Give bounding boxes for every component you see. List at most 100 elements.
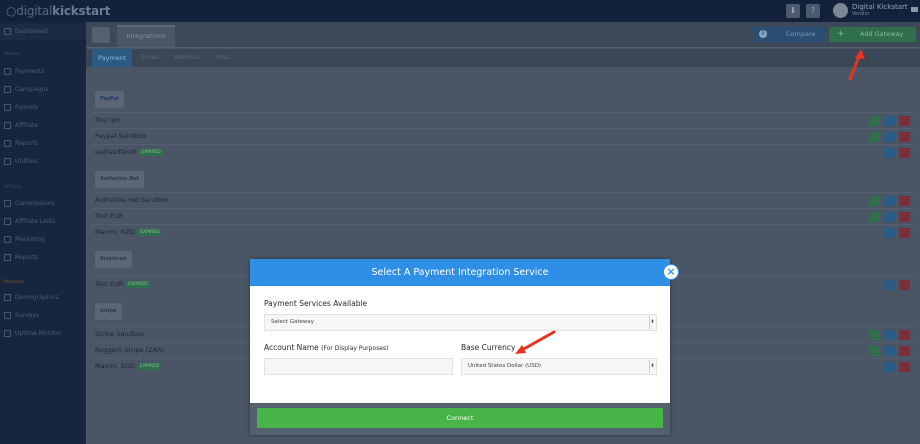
arrow-to-currency	[520, 330, 556, 352]
select-arrow-icon: ⬍	[649, 316, 655, 329]
braintree-logo: Braintree	[95, 251, 132, 268]
bar-chart-icon	[4, 294, 11, 301]
user-name: Digital Kickstart	[852, 3, 908, 11]
top-bar: ○digitalkickstart ⬇ ? Digital Kickstart …	[0, 0, 920, 22]
modal-title: Select A Payment Integration Service	[250, 259, 670, 286]
sidebar-section-vendor: Vendor	[4, 52, 20, 57]
edit-icon[interactable]	[884, 330, 895, 340]
compare-button[interactable]: i Compare	[754, 27, 825, 42]
delete-icon[interactable]	[899, 228, 910, 238]
sidebar-item-utilities[interactable]: Utilities	[0, 154, 86, 170]
sidebar-item-surveys[interactable]: Surveys	[0, 308, 86, 324]
edit-icon[interactable]	[884, 362, 895, 372]
subtab-webinar[interactable]: Webinar	[174, 53, 201, 61]
table-row: asdfasdfasdf EXPIRED	[92, 144, 914, 160]
edit-icon[interactable]	[884, 148, 895, 158]
edit-icon[interactable]	[884, 228, 895, 238]
gateway-group-authorize-net: Authorize.Net	[92, 168, 914, 192]
account-name-input[interactable]	[264, 358, 453, 375]
star-icon[interactable]	[869, 212, 880, 222]
bar-chart-icon	[4, 254, 11, 261]
bar-chart-icon	[4, 140, 11, 147]
status-badge: EXPIRED	[138, 228, 162, 236]
megaphone-icon	[4, 236, 11, 243]
gateway-select[interactable]: Select Gateway ⬍	[264, 314, 657, 331]
delete-icon[interactable]	[899, 132, 910, 142]
sidebar-section-premium: Premium	[4, 280, 25, 285]
delete-icon[interactable]	[899, 280, 910, 290]
mail-icon[interactable]	[911, 7, 918, 12]
monitor-icon	[4, 330, 11, 337]
user-role: Vendor	[852, 11, 870, 17]
star-icon[interactable]	[869, 132, 880, 142]
star-icon[interactable]	[869, 196, 880, 206]
add-gateway-button[interactable]: + Add Gateway	[829, 27, 916, 42]
subtab-bar: Payment Email Webinar Misc	[86, 49, 920, 67]
app-logo[interactable]: ○digitalkickstart	[6, 4, 110, 18]
delete-icon[interactable]	[899, 116, 910, 126]
edit-icon[interactable]	[884, 280, 895, 290]
subtab-misc[interactable]: Misc	[216, 53, 230, 61]
annotation-arrow-currency	[515, 330, 556, 354]
sidebar-item-payments[interactable]: Payments	[0, 64, 86, 80]
table-row: Maxim. NZD EXPIRED	[92, 224, 914, 240]
stripe-logo: stripe	[95, 303, 122, 320]
subtab-email[interactable]: Email	[141, 53, 159, 61]
sidebar-section-affiliate: Affiliate	[4, 185, 22, 190]
help-icon[interactable]: ?	[806, 4, 820, 18]
sidebar-item-campaigns[interactable]: Campaigns	[0, 82, 86, 98]
sidebar-item-uptime-monitor[interactable]: Uptime Monitor	[0, 326, 86, 342]
sidebar-item-affiliate-links[interactable]: Affiliate Links	[0, 214, 86, 230]
link-icon	[4, 218, 11, 225]
currency-select[interactable]: United States Dollar (USD) ⬍	[461, 358, 657, 375]
table-row: Paypal Sandbox	[92, 128, 914, 144]
sidebar-item-marketing[interactable]: Marketing	[0, 232, 86, 248]
table-row: Test ipn	[92, 112, 914, 128]
status-badge: EXPIRED	[126, 280, 150, 288]
info-icon: i	[759, 30, 767, 38]
subtab-payment[interactable]: Payment	[92, 49, 133, 67]
delete-icon[interactable]	[899, 346, 910, 356]
tab-bar: Integrations i Compare + Add Gateway	[86, 22, 920, 48]
edit-icon[interactable]	[884, 212, 895, 222]
authorize-net-logo: Authorize.Net	[95, 171, 145, 188]
table-row: Authorize.net Sandbox	[92, 192, 914, 208]
modal-footer: Connect	[250, 403, 670, 435]
download-icon[interactable]: ⬇	[786, 4, 800, 18]
edit-icon[interactable]	[884, 196, 895, 206]
sidebar-item-demographics[interactable]: Demographics	[0, 290, 86, 306]
avatar[interactable]	[833, 3, 848, 18]
delete-icon[interactable]	[899, 330, 910, 340]
payment-integration-modal: Select A Payment Integration Service × P…	[250, 259, 679, 435]
select-arrow-icon: ⬍	[649, 360, 655, 373]
delete-icon[interactable]	[899, 362, 910, 372]
funnel-icon	[4, 104, 11, 111]
delete-icon[interactable]	[899, 196, 910, 206]
list-icon	[4, 86, 11, 93]
star-icon[interactable]	[869, 116, 880, 126]
wrench-icon	[4, 158, 11, 165]
integrations-logo-icon	[92, 27, 110, 43]
base-currency-label: Base Currency	[461, 343, 516, 352]
plus-icon: +	[837, 29, 845, 39]
close-icon[interactable]: ×	[663, 264, 679, 280]
star-icon[interactable]	[869, 330, 880, 340]
delete-icon[interactable]	[899, 212, 910, 222]
edit-icon[interactable]	[884, 116, 895, 126]
tab-integrations[interactable]: Integrations	[117, 25, 175, 47]
sidebar-item-funnels[interactable]: Funnels	[0, 100, 86, 116]
table-row: Test EUR	[92, 208, 914, 224]
connect-button[interactable]: Connect	[257, 408, 663, 428]
star-icon[interactable]	[869, 346, 880, 356]
sidebar-item-affiliate[interactable]: Affiliate	[0, 118, 86, 134]
sidebar-item-affiliate-reports[interactable]: Reports	[0, 250, 86, 266]
edit-icon[interactable]	[884, 346, 895, 356]
sidebar-item-commissions[interactable]: Commissions	[0, 196, 86, 212]
paypal-logo: PayPal	[95, 91, 124, 108]
account-name-label: Account Name (For Display Purposes)	[264, 343, 389, 352]
status-badge: EXPIRED	[139, 148, 163, 156]
edit-icon[interactable]	[884, 132, 895, 142]
sidebar-item-reports[interactable]: Reports	[0, 136, 86, 152]
delete-icon[interactable]	[899, 148, 910, 158]
sidebar-item-dashboard[interactable]: Dashboard	[0, 24, 86, 40]
